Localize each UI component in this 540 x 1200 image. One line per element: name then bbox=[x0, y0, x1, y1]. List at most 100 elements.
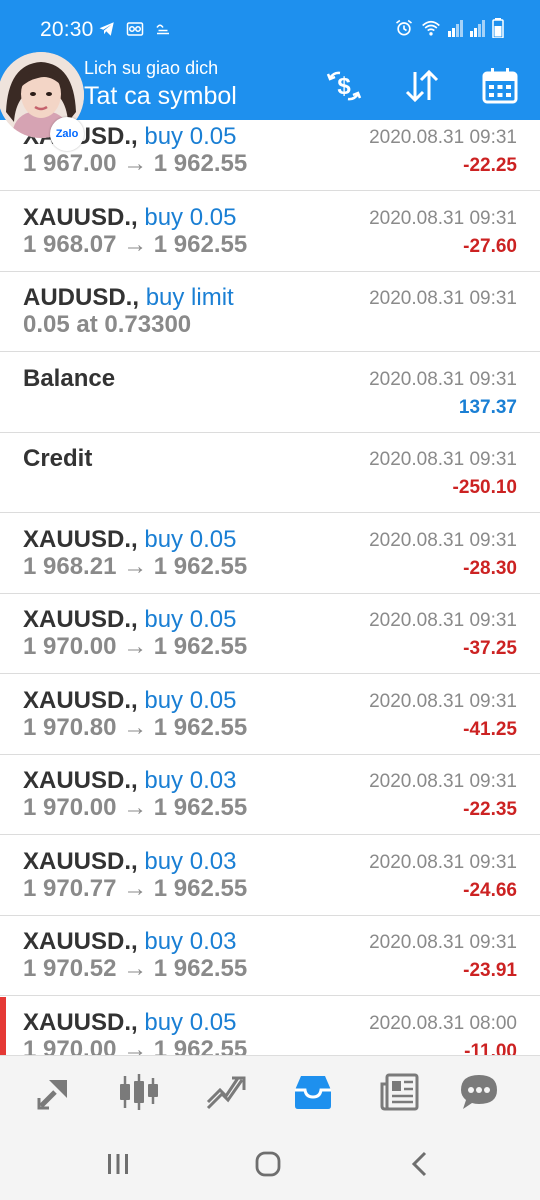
history-row[interactable]: XAUUSD., buy 0.05 1 970.00 → 1 962.55 2020… bbox=[0, 996, 540, 1056]
back-icon bbox=[411, 1151, 427, 1177]
status-time: 20:30 bbox=[40, 18, 94, 41]
row-symbol: AUDUSD., bbox=[23, 284, 140, 311]
history-row[interactable]: XAUUSD., buy 0.05 1 968.07 → 1 962.55 2020… bbox=[0, 192, 540, 272]
history-row[interactable]: XAUUSD., buy 0.03 1 970.77 → 1 962.55 2020… bbox=[0, 836, 540, 916]
calendar-icon bbox=[482, 68, 518, 104]
history-row[interactable]: XAUUSD., buy 0.03 1 970.00 → 1 962.55 2020… bbox=[0, 755, 540, 835]
home-button[interactable] bbox=[238, 1144, 298, 1184]
status-bar: 20:30 bbox=[0, 0, 540, 58]
row-symbol: XAUUSD., bbox=[23, 606, 138, 633]
row-datetime: 2020.08.31 09:31 bbox=[369, 932, 517, 953]
row-amount: -41.25 bbox=[463, 718, 517, 740]
row-action: buy 0.05 bbox=[144, 203, 237, 231]
signal-icon bbox=[470, 19, 486, 42]
row-detail: 1 970.80 → 1 962.55 bbox=[23, 713, 248, 741]
row-amount: -24.66 bbox=[463, 879, 517, 901]
row-header: XAUUSD., buy 0.03 bbox=[23, 848, 236, 876]
row-detail: 1 968.07 → 1 962.55 bbox=[23, 230, 248, 258]
zalo-badge[interactable]: Zalo bbox=[50, 117, 84, 151]
tab-news[interactable] bbox=[365, 1064, 435, 1120]
row-detail: 1 970.00 → 1 962.55 bbox=[23, 1035, 248, 1056]
svg-text:$: $ bbox=[337, 73, 351, 100]
row-highlight-marker bbox=[0, 996, 6, 1055]
row-action: buy 0.05 bbox=[144, 606, 237, 633]
zalo-badge-label: Zalo bbox=[55, 128, 79, 140]
alarm-icon bbox=[394, 18, 414, 43]
row-header: XAUUSD., buy 0.03 bbox=[23, 928, 236, 956]
tab-chart[interactable] bbox=[104, 1064, 174, 1120]
row-header: XAUUSD., buy 0.03 bbox=[23, 767, 236, 795]
row-datetime: 2020.08.31 09:31 bbox=[369, 127, 517, 148]
trade-icon bbox=[206, 1076, 246, 1110]
row-datetime: 2020.08.31 08:00 bbox=[369, 1012, 517, 1034]
row-amount: -27.60 bbox=[463, 235, 517, 257]
row-datetime: 2020.08.31 09:31 bbox=[369, 368, 517, 390]
row-header: XAUUSD., buy 0.05 bbox=[23, 204, 236, 232]
bottom-navigation bbox=[0, 1055, 540, 1129]
row-datetime: 2020.08.31 09:31 bbox=[369, 529, 517, 551]
row-detail: 1 967.00 → 1 962.55 bbox=[23, 150, 248, 177]
row-header: XAUUSD., buy 0.05 bbox=[23, 687, 236, 715]
row-amount: -23.91 bbox=[463, 960, 517, 981]
row-detail: 1 970.00 → 1 962.55 bbox=[23, 794, 248, 821]
history-row[interactable]: Balance 2020.08.31 09:31 137.37 bbox=[0, 353, 540, 433]
currency-exchange-icon: $ bbox=[326, 71, 362, 101]
row-symbol: XAUUSD., bbox=[23, 525, 138, 553]
tab-quotes[interactable] bbox=[20, 1064, 90, 1120]
weather-icon bbox=[154, 20, 172, 43]
row-symbol: Credit bbox=[23, 445, 93, 472]
row-action: buy limit bbox=[145, 284, 234, 311]
quotes-icon bbox=[37, 1080, 67, 1110]
currency-exchange-button[interactable]: $ bbox=[322, 64, 366, 108]
history-row[interactable]: AUDUSD., buy limit 0.05 at 0.73300 2020.08… bbox=[0, 272, 540, 352]
row-header: XAUUSD., buy 0.05 bbox=[23, 526, 236, 554]
history-row[interactable]: XAUUSD., buy 0.05 1 970.80 → 1 962.55 2020… bbox=[0, 675, 540, 755]
row-datetime: 2020.08.31 09:31 bbox=[369, 207, 517, 229]
system-navigation-bar bbox=[0, 1128, 540, 1200]
row-action: buy 0.05 bbox=[144, 686, 237, 714]
row-symbol: XAUUSD., bbox=[23, 928, 138, 955]
chart-icon bbox=[120, 1074, 158, 1110]
history-list[interactable]: XAUUSD., buy 0.051 967.00 → 1 962.552020… bbox=[0, 120, 540, 1055]
calendar-button[interactable] bbox=[478, 64, 522, 108]
row-amount: -22.35 bbox=[463, 799, 517, 820]
tab-chat[interactable] bbox=[444, 1064, 514, 1120]
news-icon bbox=[380, 1073, 419, 1111]
row-action: buy 0.03 bbox=[144, 928, 237, 955]
history-row[interactable]: XAUUSD., buy 0.03 1 970.52 → 1 962.55 2020… bbox=[0, 916, 540, 996]
row-header: Balance bbox=[23, 365, 115, 393]
row-header: AUDUSD., buy limit bbox=[23, 284, 234, 312]
row-action: buy 0.05 bbox=[144, 123, 237, 150]
row-symbol: XAUUSD., bbox=[23, 203, 138, 231]
row-header: XAUUSD., buy 0.05 bbox=[23, 1009, 236, 1037]
sort-icon bbox=[405, 69, 439, 103]
row-amount: -250.10 bbox=[452, 477, 517, 498]
history-row[interactable]: XAUUSD., buy 0.05 1 968.21 → 1 962.55 2020… bbox=[0, 514, 540, 594]
row-detail: 0.05 at 0.73300 bbox=[23, 311, 192, 338]
row-symbol: XAUUSD., bbox=[23, 686, 138, 714]
tab-trade[interactable] bbox=[191, 1064, 261, 1120]
page-title[interactable]: Tat ca symbol bbox=[84, 82, 237, 111]
battery-icon bbox=[492, 18, 504, 43]
row-datetime: 2020.08.31 09:31 bbox=[369, 610, 517, 631]
row-detail: 1 970.77 → 1 962.55 bbox=[23, 874, 248, 902]
row-action: buy 0.03 bbox=[144, 847, 237, 875]
recent-apps-icon bbox=[108, 1154, 128, 1174]
back-button[interactable] bbox=[390, 1144, 450, 1184]
row-datetime: 2020.08.31 09:31 bbox=[369, 851, 517, 873]
row-datetime: 2020.08.31 09:31 bbox=[369, 449, 517, 470]
signal-icon bbox=[448, 19, 464, 42]
row-symbol: XAUUSD., bbox=[23, 1008, 138, 1036]
row-amount: -11.00 bbox=[464, 1040, 517, 1056]
history-row[interactable]: Credit 2020.08.31 09:31 -250.10 bbox=[0, 433, 540, 513]
history-row[interactable]: XAUUSD., buy 0.05 1 970.00 → 1 962.55 2020… bbox=[0, 594, 540, 674]
tab-history[interactable] bbox=[278, 1064, 348, 1120]
row-amount: -28.30 bbox=[463, 557, 517, 579]
recent-apps-button[interactable] bbox=[88, 1144, 148, 1184]
telegram-icon bbox=[98, 20, 116, 43]
sort-button[interactable] bbox=[400, 64, 444, 108]
row-amount: -37.25 bbox=[463, 638, 517, 659]
row-amount: -22.25 bbox=[463, 155, 517, 176]
row-detail: 1 970.52 → 1 962.55 bbox=[23, 955, 248, 982]
page-subtitle: Lich su giao dich bbox=[84, 58, 219, 78]
